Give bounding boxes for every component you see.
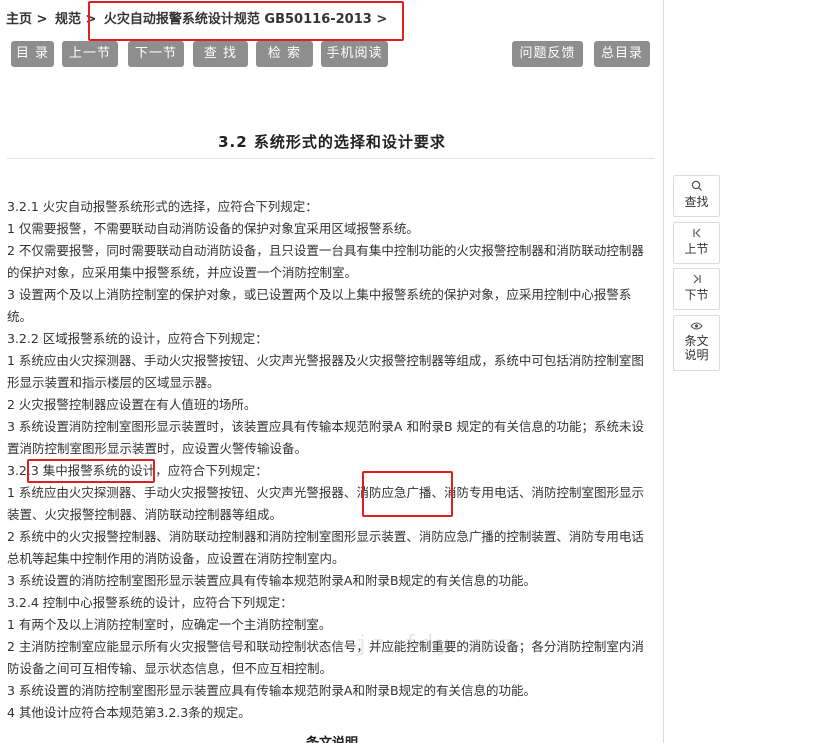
- clause-3-2-3: 3.2.3 集中报警系统的设计，应符合下列规定：: [7, 460, 655, 482]
- toc-button[interactable]: 目 录: [11, 41, 54, 67]
- sidebar-notes-label-1: 条文: [684, 334, 709, 348]
- clause-3-2-2-item-3: 3 系统设置消防控制室图形显示装置时，该装置应具有传输本规范附录A 和附录B 规…: [7, 419, 645, 456]
- sidebar-prev-label: 上节: [684, 242, 709, 256]
- sidebar-next-button[interactable]: 下节: [673, 268, 720, 310]
- breadcrumb-current[interactable]: 火灾自动报警系统设计规范 GB50116-2013 >: [104, 12, 387, 27]
- clause-3-2-1-item-1: 1 仅需要报警，不需要联动自动消防设备的保护对象宜采用区域报警系统。: [7, 221, 419, 236]
- breadcrumb-spec[interactable]: 规范 >: [55, 12, 96, 27]
- clause-3-2-1: 3.2.1 火灾自动报警系统形式的选择，应符合下列规定：: [7, 199, 318, 214]
- next-section-button[interactable]: 下一节: [128, 41, 184, 67]
- skip-back-icon: [674, 227, 719, 242]
- clause-3-2-4-item-4: 4 其他设计应符合本规范第3.2.3条的规定。: [7, 705, 251, 720]
- title-divider: [7, 158, 655, 159]
- clause-3-2-4: 3.2.4 控制中心报警系统的设计，应符合下列规定：: [7, 595, 293, 610]
- sidebar-find-label: 查找: [684, 195, 709, 209]
- find-button[interactable]: 查 找: [193, 41, 248, 67]
- section-title: 3.2 系统形式的选择和设计要求: [218, 133, 446, 151]
- breadcrumb: 主页 > 规范 > 火灾自动报警系统设计规范 GB50116-2013 >: [6, 8, 390, 27]
- sidebar-prev-button[interactable]: 上节: [673, 222, 720, 264]
- mobile-read-button[interactable]: 手机阅读: [321, 41, 388, 67]
- sidebar-next-label: 下节: [684, 288, 709, 302]
- clause-3-2-3-item-2: 2 系统中的火灾报警控制器、消防联动控制器和消防控制室图形显示装置、消防应急广播…: [7, 529, 644, 566]
- skip-forward-icon: [674, 273, 719, 288]
- master-toc-button[interactable]: 总目录: [594, 41, 650, 67]
- clause-3-2-3-item-3: 3 系统设置的消防控制室图形显示装置应具有传输本规范附录A和附录B规定的有关信息…: [7, 573, 537, 588]
- sidebar-find-button[interactable]: 查找: [673, 175, 720, 217]
- clause-3-2-2: 3.2.2 区域报警系统的设计，应符合下列规定：: [7, 331, 268, 346]
- clause-3-2-2-item-2: 2 火灾报警控制器应设置在有人值班的场所。: [7, 397, 257, 412]
- search-button[interactable]: 检 索: [256, 41, 313, 67]
- feedback-button[interactable]: 问题反馈: [512, 41, 583, 67]
- commentary-heading[interactable]: 条文说明: [0, 732, 664, 743]
- clause-3-2-4-item-1: 1 有两个及以上消防控制室时，应确定一个主消防控制室。: [7, 617, 332, 632]
- toolbar: 目 录 上一节 下一节 查 找 检 索 手机阅读 问题反馈 总目录: [0, 41, 664, 67]
- clause-3-2-3-item-1-a: 1 系统应由火灾探测器、手动火灾报警按钮、火灾声光警报器、: [7, 485, 357, 500]
- clause-3-2-3-suffix: ，应符合下列规定：: [155, 463, 268, 478]
- breadcrumb-home[interactable]: 主页 >: [6, 12, 47, 27]
- clause-3-2-4-item-3: 3 系统设置的消防控制室图形显示装置应具有传输本规范附录A和附录B规定的有关信息…: [7, 683, 537, 698]
- clause-3-2-3-item-1: 1 系统应由火灾探测器、手动火灾报警按钮、火灾声光警报器、消防应急广播、消防专用…: [7, 482, 655, 526]
- sidebar-divider: [663, 0, 664, 743]
- clause-3-2-4-item-2: 2 主消防控制室应能显示所有火灾报警信号和联动控制状态信号，并应能控制重要的消防…: [7, 639, 644, 676]
- clause-3-2-2-item-1: 1 系统应由火灾探测器、手动火灾报警按钮、火灾声光警报器及火灾报警控制器等组成，…: [7, 353, 644, 390]
- search-icon: [674, 180, 719, 195]
- eye-icon: [674, 320, 719, 334]
- clause-3-2-1-item-3: 3 设置两个及以上消防控制室的保护对象，或已设置两个及以上集中报警系统的保护对象…: [7, 287, 632, 324]
- section-body: 3.2.1 火灾自动报警系统形式的选择，应符合下列规定： 1 仅需要报警，不需要…: [7, 196, 655, 724]
- highlight-text-clause-title: 3 集中报警系统的设计: [30, 463, 156, 478]
- prev-section-button[interactable]: 上一节: [62, 41, 118, 67]
- clause-3-2-1-item-2: 2 不仅需要报警，同时需要联动自动消防设备，且只设置一台具有集中控制功能的火灾报…: [7, 243, 644, 280]
- sidebar-notes-button[interactable]: 条文 说明: [673, 315, 720, 371]
- clause-3-2-3-prefix: 3.2.: [7, 463, 31, 478]
- highlight-text-broadcast: 消防应急广播: [356, 485, 432, 500]
- content-area: 主页 > 规范 > 火灾自动报警系统设计规范 GB50116-2013 > 目 …: [0, 0, 664, 743]
- sidebar-notes-label-2: 说明: [684, 348, 709, 362]
